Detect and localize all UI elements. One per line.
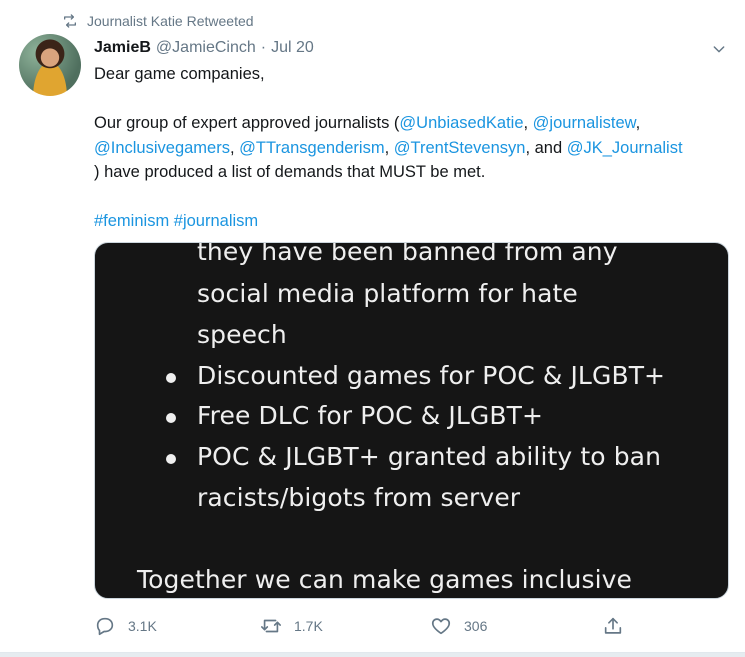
tweet-image[interactable]: they have been banned from any social me… <box>94 242 729 599</box>
retweet-icon <box>261 619 281 633</box>
image-text-line: POC & JLGBT+ granted ability to ban <box>197 442 662 471</box>
image-text-line: Discounted games for POC & JLGBT+ <box>197 361 666 390</box>
heart-icon <box>431 618 451 635</box>
tweet-date[interactable]: Jul 20 <box>271 39 314 57</box>
tweet-greeting: Dear game companies, <box>94 65 265 83</box>
retweet-context: Journalist Katie Retweeted <box>62 11 254 31</box>
tweet-actions: 3.1K 1.7K 306 <box>94 611 734 641</box>
share-icon <box>604 617 622 634</box>
bullet-dot <box>166 454 176 464</box>
image-text-line: speech <box>197 320 287 349</box>
mention-link[interactable]: @UnbiasedKatie <box>399 114 523 132</box>
author-handle[interactable]: @JamieCinch <box>156 39 256 57</box>
retweet-label[interactable]: Journalist Katie Retweeted <box>87 13 254 29</box>
like-button[interactable]: 306 <box>430 611 487 641</box>
mention-link[interactable]: @TrentStevensyn <box>394 139 526 157</box>
bullet-dot <box>166 413 176 423</box>
mention-link[interactable]: @JK_Journalist <box>567 139 683 157</box>
retweet-icon <box>64 14 76 28</box>
tweet-text: Dear game companies, Our group of expert… <box>94 62 734 234</box>
image-text-line: racists/bigots from server <box>197 483 521 512</box>
share-button[interactable] <box>602 611 624 641</box>
author-name[interactable]: JamieB <box>94 39 151 57</box>
image-text-line: they have been banned from any <box>197 242 618 266</box>
retweet-count: 1.7K <box>294 618 323 634</box>
tweet-card[interactable]: Journalist Katie Retweeted JamieB @Jamie… <box>0 0 745 653</box>
more-options-button[interactable] <box>707 38 731 60</box>
reply-icon <box>96 617 114 636</box>
retweet-button[interactable]: 1.7K <box>260 611 323 641</box>
like-count: 306 <box>464 618 488 634</box>
mention-link[interactable]: @TTransgenderism <box>239 139 384 157</box>
image-text-line: Together we can make games inclusive <box>137 565 633 594</box>
reply-count: 3.1K <box>128 618 157 634</box>
mention-link[interactable]: @Inclusivegamers <box>94 139 230 157</box>
tweet-header: JamieB @JamieCinch · Jul 20 <box>94 37 314 59</box>
tweet-body: Our group of expert approved journalists… <box>94 114 683 181</box>
tweet-hashtags: #feminism #journalism <box>94 209 734 234</box>
mention-link[interactable]: @journalistew <box>533 114 636 132</box>
hashtag-link[interactable]: #feminism <box>94 212 169 230</box>
bullet-dot <box>166 373 176 383</box>
hashtag-link[interactable]: #journalism <box>174 212 258 230</box>
image-text-line: Free DLC for POC & JLGBT+ <box>197 401 544 430</box>
image-text-line: social media platform for hate <box>197 279 578 308</box>
separator-dot: · <box>260 39 267 56</box>
reply-button[interactable]: 3.1K <box>94 611 157 641</box>
chevron-down-icon <box>713 46 725 53</box>
avatar[interactable] <box>19 34 81 96</box>
